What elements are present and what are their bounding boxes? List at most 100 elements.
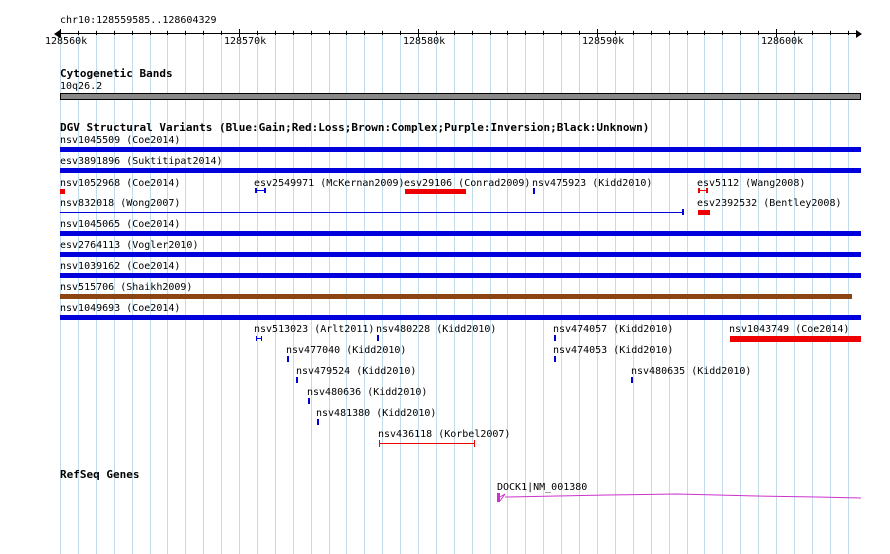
ruler-tick <box>275 31 276 35</box>
variant-label: nsv480635 (Kidd2010) <box>631 366 752 377</box>
grid-line <box>794 30 795 554</box>
grid-line <box>472 30 473 554</box>
ruler-tick <box>400 31 401 35</box>
grid-line <box>329 30 330 554</box>
ruler-tick <box>472 31 473 35</box>
ruler-tick <box>561 31 562 35</box>
variant-loss-bar-endcap <box>474 440 475 447</box>
grid-line <box>239 30 240 554</box>
variant-label: nsv479524 (Kidd2010) <box>296 366 417 377</box>
ruler-tick <box>507 31 508 35</box>
ruler-tick <box>329 31 330 35</box>
ruler-tick <box>364 31 365 35</box>
cytobands-track-title: Cytogenetic Bands <box>60 67 173 80</box>
location-label: chr10:128559585..128604329 <box>60 15 217 26</box>
grid-line <box>579 30 580 554</box>
variant-label: nsv1045065 (Coe2014) <box>60 219 181 230</box>
variant-gain-bar[interactable] <box>308 398 310 404</box>
variant-gain-bar[interactable] <box>554 356 556 362</box>
ruler-tick-label: 128560k <box>45 36 88 47</box>
ruler-tick <box>490 31 491 35</box>
ruler-tick <box>579 31 580 35</box>
variant-gain-bar[interactable] <box>296 377 298 383</box>
variant-gain-bar[interactable] <box>317 419 319 425</box>
ruler-tick <box>830 31 831 35</box>
gene-intron-line[interactable] <box>497 488 863 504</box>
grid-line <box>669 30 670 554</box>
grid-line <box>615 30 616 554</box>
variant-label: nsv436118 (Korbel2007) <box>378 429 511 440</box>
ruler-tick-label: 128580k <box>403 36 446 47</box>
variant-complex-bar[interactable] <box>60 294 852 299</box>
variant-loss-bar[interactable] <box>405 189 466 194</box>
variant-gain-bar-endcap <box>264 188 266 193</box>
grid-line <box>633 30 634 554</box>
variant-gain-bar[interactable] <box>60 273 861 278</box>
variant-label: nsv1052968 (Coe2014) <box>60 178 181 189</box>
variant-label: nsv513023 (Arlt2011) <box>254 324 375 335</box>
variant-label: nsv480228 (Kidd2010) <box>376 324 497 335</box>
grid-line <box>722 30 723 554</box>
variant-gain-bar[interactable] <box>60 147 861 152</box>
variant-gain-bar[interactable] <box>377 335 379 341</box>
variant-label: nsv832018 (Wong2007) <box>60 198 181 209</box>
ruler-tick-label: 128600k <box>761 36 804 47</box>
refseq-track-title: RefSeq Genes <box>60 468 140 481</box>
dgv-track-title: DGV Structural Variants (Blue:Gain;Red:L… <box>60 121 650 134</box>
variant-gain-bar[interactable] <box>554 335 556 341</box>
variant-loss-bar[interactable] <box>698 210 710 215</box>
ruler-tick <box>60 29 61 37</box>
variant-gain-bar-endcap <box>256 336 257 341</box>
variant-label: nsv515706 (Shaikh2009) <box>60 282 193 293</box>
grid-line <box>687 30 688 554</box>
ruler-tick <box>203 31 204 35</box>
variant-loss-bar[interactable] <box>60 189 65 194</box>
ruler-tick <box>239 29 240 37</box>
variant-label: nsv474057 (Kidd2010) <box>553 324 674 335</box>
grid-line <box>382 30 383 554</box>
variant-label: nsv474053 (Kidd2010) <box>553 345 674 356</box>
variant-loss-bar[interactable] <box>379 443 475 444</box>
ruler-tick <box>848 31 849 35</box>
variant-loss-bar[interactable] <box>730 336 861 342</box>
variant-gain-bar-endcap <box>682 209 684 215</box>
grid-line <box>507 30 508 554</box>
variant-gain-bar[interactable] <box>533 188 535 194</box>
cytoband-bar[interactable] <box>60 93 861 100</box>
grid-line <box>740 30 741 554</box>
variant-gain-bar[interactable] <box>60 212 684 213</box>
ruler-tick-label: 128570k <box>224 36 267 47</box>
ruler-tick <box>257 31 258 35</box>
variant-gain-bar[interactable] <box>60 168 861 173</box>
variant-gain-bar[interactable] <box>60 315 861 320</box>
variant-gain-bar[interactable] <box>60 252 861 257</box>
ruler-tick <box>96 31 97 35</box>
variant-gain-bar-endcap <box>261 336 262 341</box>
ruler-tick <box>758 31 759 35</box>
ruler-tick <box>436 31 437 35</box>
grid-line <box>597 30 598 554</box>
grid-line <box>311 30 312 554</box>
grid-line <box>418 30 419 554</box>
variant-label: nsv480636 (Kidd2010) <box>307 387 428 398</box>
ruler-tick <box>687 31 688 35</box>
variant-gain-bar[interactable] <box>631 377 633 383</box>
ruler-tick <box>346 31 347 35</box>
grid-line <box>400 30 401 554</box>
variant-label: esv2392532 (Bentley2008) <box>697 198 842 209</box>
ruler-tick <box>418 29 419 37</box>
variant-gain-bar[interactable] <box>287 356 289 362</box>
grid-line <box>830 30 831 554</box>
ruler-tick <box>150 31 151 35</box>
ruler-arrow-right[interactable] <box>856 30 862 38</box>
genome-browser-canvas: chr10:128559585..128604329 128560k 12857… <box>0 0 890 554</box>
ruler-tick <box>740 31 741 35</box>
grid-line <box>221 30 222 554</box>
variant-gain-bar[interactable] <box>60 231 861 236</box>
grid-line <box>812 30 813 554</box>
ruler-tick <box>114 31 115 35</box>
ruler-tick <box>794 31 795 35</box>
grid-line <box>561 30 562 554</box>
variant-loss-bar-endcap <box>706 188 708 193</box>
cytoband-label: 10q26.2 <box>60 81 103 92</box>
